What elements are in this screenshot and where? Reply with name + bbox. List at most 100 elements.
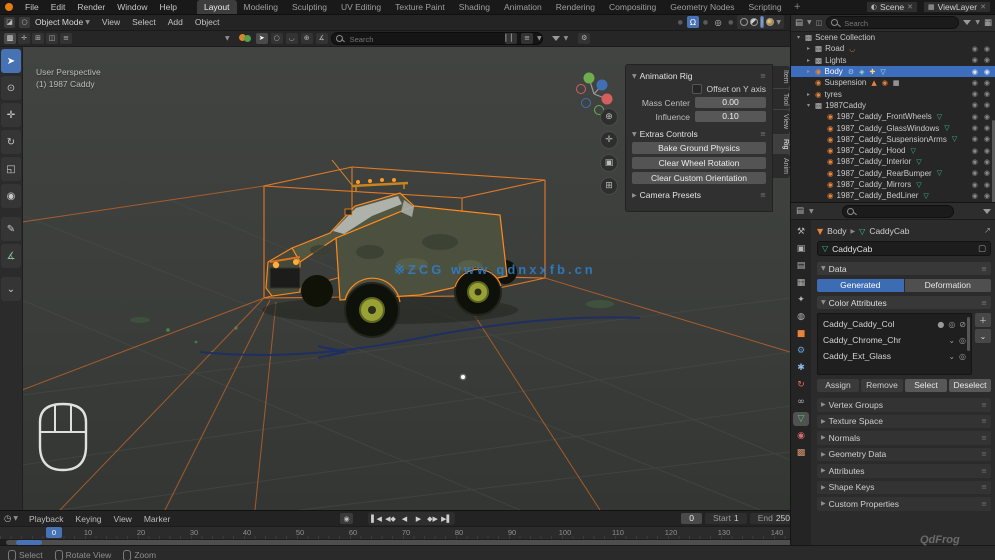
rendered-shading-icon[interactable]	[766, 18, 775, 26]
tab-layout[interactable]: Layout	[196, 0, 237, 14]
section-normals[interactable]: ▶ Normals ≡	[817, 431, 991, 445]
next-keyframe-button[interactable]: ◆▶	[426, 513, 439, 524]
outliner-row[interactable]: ◉ 1987_Caddy_FrontWheels ▽ ◉ ◉	[791, 111, 995, 122]
axis-z-icon[interactable]	[596, 79, 608, 91]
viewport-search-input[interactable]	[347, 32, 531, 46]
menu-select[interactable]: Select	[126, 17, 162, 27]
breadcrumb-data[interactable]: CaddyCab	[869, 226, 909, 236]
particles-tab-icon[interactable]: ✱	[793, 361, 809, 375]
menu-view[interactable]: View	[96, 17, 126, 27]
overlay-toggle-icon[interactable]: ⊞	[32, 32, 44, 44]
menu-marker[interactable]: Marker	[139, 514, 175, 524]
remove-button[interactable]: Remove	[861, 379, 903, 392]
outliner-row[interactable]: ▸ ▩ Lights ◉ ◉	[791, 55, 995, 66]
outliner-editor-icon[interactable]: ▤	[795, 18, 803, 28]
annotate-tool[interactable]: ✎	[1, 217, 21, 241]
filter-icon[interactable]	[963, 20, 972, 25]
outliner-row[interactable]: ◉ 1987_Caddy_SuspensionArms ▽ ◉ ◉	[791, 134, 995, 145]
modifiers-tab-icon[interactable]: ⚙	[793, 344, 809, 358]
timeline-ruler[interactable]: 0 10 20 30 40 50 60 70 80 90 100 110 120…	[0, 526, 858, 539]
offset-checkbox[interactable]	[692, 84, 703, 94]
shading-dropdown-icon[interactable]: ▼	[776, 19, 781, 26]
render-toggle-icon[interactable]: ◉	[984, 192, 990, 200]
panel-grip-icon[interactable]: ≡	[760, 130, 766, 138]
outliner-search-input[interactable]	[842, 17, 945, 30]
tool-tab-icon[interactable]: ⚒	[793, 225, 809, 239]
outliner-row[interactable]: ◉ 1987_Caddy_Interior ▽ ◉ ◉	[791, 156, 995, 167]
axis-y-icon[interactable]	[583, 72, 595, 84]
physics-tab-icon[interactable]: ↻	[793, 378, 809, 392]
material-preview-active[interactable]	[760, 16, 765, 28]
render-toggle-icon[interactable]: ◉	[984, 147, 990, 155]
render-toggle-icon[interactable]: ◉	[984, 158, 990, 166]
tab-view[interactable]: View	[773, 110, 790, 134]
camera-section-header[interactable]: ▶ Camera Presets ≡	[632, 190, 766, 200]
add-cube-tool[interactable]: ⌄	[1, 277, 21, 301]
editor-type-button[interactable]: ▥	[4, 32, 16, 44]
unlink-scene-icon[interactable]: ✕	[907, 3, 913, 11]
render-toggle-icon[interactable]: ◉	[984, 68, 990, 76]
chevron-down-icon[interactable]: ▼	[564, 35, 569, 42]
rotate-tool[interactable]: ↻	[1, 130, 21, 154]
chevron-down-icon[interactable]: ▼	[537, 35, 542, 42]
object-tab-icon[interactable]: ■	[793, 327, 809, 341]
generated-toggle[interactable]: Generated	[817, 279, 904, 292]
new-collection-button[interactable]: ▦	[984, 18, 992, 28]
output-tab-icon[interactable]: ▤	[793, 259, 809, 273]
render-toggle-icon[interactable]: ◉	[984, 169, 990, 177]
tab-anim[interactable]: Anim	[773, 154, 790, 178]
proportional-editing-icon[interactable]: ◎	[712, 16, 724, 28]
outliner-row[interactable]: ◉ 1987_Caddy_GlassWindows ▽ ◉ ◉	[791, 122, 995, 133]
axis-x-neg-icon[interactable]	[576, 84, 586, 94]
render-toggle-icon[interactable]: ◉	[984, 135, 990, 143]
section-vertex-groups[interactable]: ▶ Vertex Groups ≡	[817, 398, 991, 412]
hide-toggle-icon[interactable]: ◉	[972, 181, 978, 189]
panel-grip-icon[interactable]: ≡	[760, 72, 766, 80]
timeline-editor-icon[interactable]: ◷	[4, 514, 11, 524]
outliner-search[interactable]	[826, 16, 960, 30]
render-toggle-icon[interactable]: ◉	[984, 90, 990, 98]
color-attributes-header[interactable]: ▼ Color Attributes ≡	[817, 296, 991, 309]
tab-shading[interactable]: Shading	[452, 0, 497, 14]
hide-toggle-icon[interactable]: ◉	[972, 124, 978, 132]
outliner-row[interactable]: ▸ ▩ Road ◡ ◉ ◉	[791, 43, 995, 54]
render-icon[interactable]: ◎	[959, 352, 966, 361]
section-geometry-data[interactable]: ▶ Geometry Data ≡	[817, 447, 991, 461]
display-mode-icon[interactable]: ◫	[816, 19, 823, 27]
menu-object[interactable]: Object	[189, 17, 226, 27]
cursor-tool-icon[interactable]: ⊕	[300, 32, 313, 44]
texture-tab-icon[interactable]: ▩	[793, 446, 809, 460]
camera-view-icon[interactable]: ▣	[600, 154, 618, 172]
bake-physics-button[interactable]: Bake Ground Physics	[632, 142, 766, 154]
tab-sculpting[interactable]: Sculpting	[285, 0, 334, 14]
outliner-row[interactable]: ◉ 1987_Caddy_Hood ▽ ◉ ◉	[791, 145, 995, 156]
render-toggle-icon[interactable]: ◉	[984, 124, 990, 132]
pin-icon[interactable]: ↗	[984, 226, 991, 236]
move-tool[interactable]: ✛	[1, 103, 21, 127]
pan-icon[interactable]: ✛	[600, 131, 618, 149]
hide-toggle-icon[interactable]: ◉	[972, 68, 978, 76]
fake-user-icon[interactable]: ▢	[978, 244, 986, 254]
blender-logo-icon[interactable]	[5, 3, 13, 11]
panel-grip-icon[interactable]: ≡	[760, 191, 766, 199]
hide-toggle-icon[interactable]: ◉	[972, 90, 978, 98]
render-toggle-icon[interactable]: ◉	[984, 101, 990, 109]
list-item[interactable]: Caddy_Chrome_Chr ⌄ ◎	[818, 332, 971, 348]
influence-input[interactable]: 0.10	[695, 111, 766, 122]
filter-icon[interactable]	[551, 35, 560, 41]
gizmo-toggle-icon[interactable]: ✛	[18, 32, 30, 44]
menu-render[interactable]: Render	[71, 2, 111, 12]
tab-compositing[interactable]: Compositing	[602, 0, 663, 14]
tab-tool[interactable]: Tool	[773, 88, 790, 110]
zoom-icon[interactable]: ⊕	[600, 108, 618, 126]
measure-tool[interactable]: ∡	[1, 244, 21, 268]
start-frame-field[interactable]: Start 1	[705, 512, 747, 524]
tab-animation[interactable]: Animation	[497, 0, 549, 14]
tab-scripting[interactable]: Scripting	[742, 0, 789, 14]
list-item[interactable]: Caddy_Caddy_Col ● ◎ ⊘	[818, 316, 971, 332]
scale-tool[interactable]: ◱	[1, 157, 21, 181]
solid-shading-icon[interactable]	[750, 18, 759, 26]
tab-rig[interactable]: Rig	[773, 134, 790, 154]
select-lasso-icon[interactable]: ◡	[285, 32, 298, 44]
outliner-row[interactable]: ◉ Suspension ▲ ◉ ▦ ◉ ◉	[791, 77, 995, 88]
